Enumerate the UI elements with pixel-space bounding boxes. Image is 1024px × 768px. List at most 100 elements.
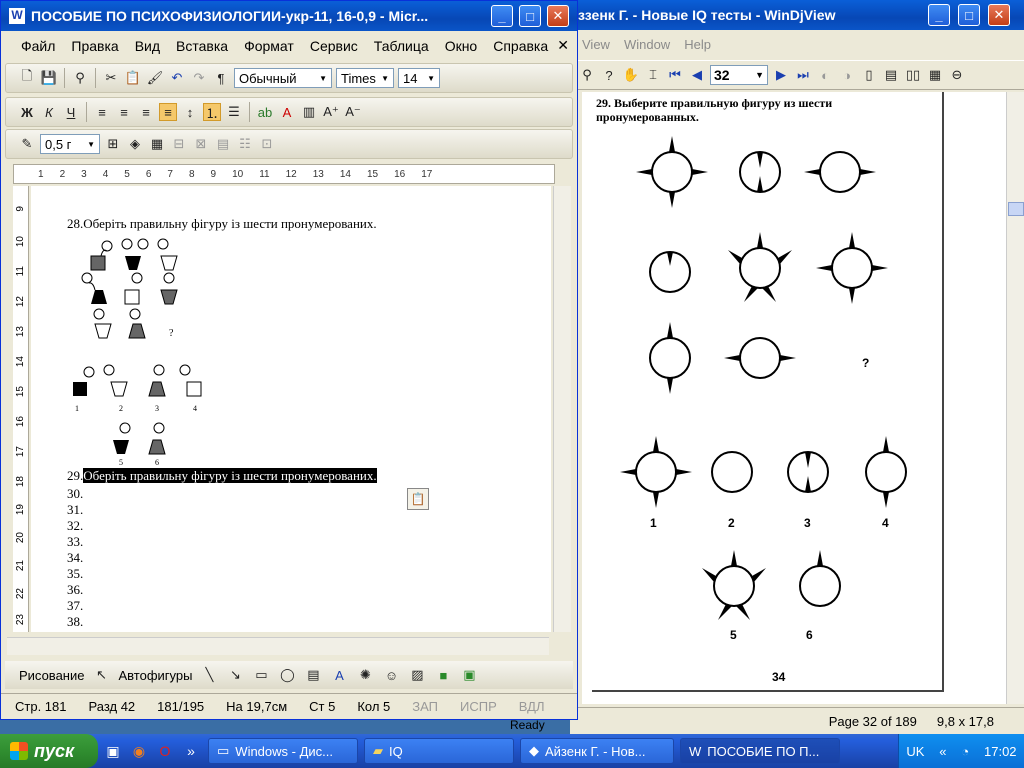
save-icon[interactable]: 💾 <box>40 69 58 87</box>
cut-icon[interactable]: ✂ <box>102 69 120 87</box>
binoculars-icon[interactable]: ⚲ <box>578 66 596 84</box>
underline-icon[interactable]: Ч <box>62 103 80 121</box>
align-right-icon[interactable]: ≡ <box>137 103 155 121</box>
wordart-icon[interactable]: A <box>330 666 348 684</box>
djvu-close-button[interactable]: ✕ <box>988 4 1010 26</box>
align-cells-icon[interactable]: ▤ <box>214 135 232 153</box>
question-29-line[interactable]: 29.Оберіть правильну фігуру із шести про… <box>67 468 377 484</box>
menu-edit[interactable]: Правка <box>71 38 118 54</box>
redo-icon[interactable]: ↷ <box>190 69 208 87</box>
facing-icon[interactable]: ▯▯ <box>904 66 922 84</box>
grow-font-icon[interactable]: A⁺ <box>322 103 340 121</box>
borders-icon[interactable]: ⊞ <box>104 135 122 153</box>
djvu-page-viewport[interactable]: 29. Выберите правильную фигуру из шести … <box>582 92 1010 704</box>
volume-icon[interactable]: ◔ <box>961 744 969 759</box>
word-vertical-scrollbar[interactable] <box>553 186 571 632</box>
word-maximize-button[interactable]: □ <box>519 5 541 27</box>
menu-window[interactable]: Окно <box>445 38 478 54</box>
distribute-rows-icon[interactable]: ☷ <box>236 135 254 153</box>
format-painter-icon[interactable]: 🖌 <box>146 69 164 87</box>
menu-view[interactable]: Вид <box>135 38 160 54</box>
menu-help[interactable]: Help <box>684 37 711 52</box>
hand-tool-icon[interactable]: ✋ <box>622 66 640 84</box>
help-icon[interactable]: ? <box>600 66 618 84</box>
tray-expand-icon[interactable]: « <box>939 744 946 759</box>
word-horizontal-scrollbar[interactable] <box>7 637 549 655</box>
menu-insert[interactable]: Вставка <box>176 38 228 54</box>
menu-help[interactable]: Справка <box>493 38 548 54</box>
word-close-button[interactable]: ✕ <box>547 5 569 27</box>
facing-continuous-icon[interactable]: ▦ <box>926 66 944 84</box>
vertical-ruler[interactable]: 9 10 11 12 13 14 15 16 17 18 19 20 21 22… <box>13 186 29 632</box>
oval-icon[interactable]: ◯ <box>278 666 296 684</box>
djvu-minimize-button[interactable]: _ <box>928 4 950 26</box>
status-track[interactable]: ИСПР <box>460 699 497 714</box>
insert-table-icon[interactable]: ▦ <box>148 135 166 153</box>
menu-file[interactable]: Файл <box>21 38 55 54</box>
word-minimize-button[interactable]: _ <box>491 5 513 27</box>
document-area[interactable]: 28.Оберіть правильну фігуру із шести про… <box>31 186 551 632</box>
task-iq-folder[interactable]: ▰ IQ <box>364 738 514 764</box>
align-center-icon[interactable]: ≡ <box>115 103 133 121</box>
language-indicator[interactable]: UK <box>906 744 924 759</box>
numbering-icon[interactable]: ⒈ <box>203 103 221 121</box>
page-number-input[interactable]: 32 ▼ <box>710 65 768 85</box>
align-left-icon[interactable]: ≡ <box>93 103 111 121</box>
clipart-icon[interactable]: ☺ <box>382 666 400 684</box>
close-document-icon[interactable]: ✕ <box>557 37 569 54</box>
djvu-titlebar[interactable]: ззенк Г. - Новые IQ тесты - WinDjView <box>570 0 1024 30</box>
next-page-icon[interactable]: ▶ <box>772 66 790 84</box>
italic-icon[interactable]: К <box>40 103 58 121</box>
find-icon[interactable]: ⚲ <box>71 69 89 87</box>
task-windjview[interactable]: ◆ Айзенк Г. - Нов... <box>520 738 674 764</box>
opera-icon[interactable]: O <box>154 740 176 762</box>
task-windows-explorer[interactable]: ▭ Windows - Дис... <box>208 738 358 764</box>
paste-options-icon[interactable]: 📋 <box>407 488 429 510</box>
bold-icon[interactable]: Ж <box>18 103 36 121</box>
quicklaunch-app-icon[interactable]: ▣ <box>102 740 124 762</box>
draw-menu-button[interactable]: Рисование <box>19 668 84 683</box>
status-record[interactable]: ЗАП <box>412 699 438 714</box>
djvu-maximize-button[interactable]: □ <box>958 4 980 26</box>
select-tool-icon[interactable]: ⌶ <box>644 66 662 84</box>
new-document-icon[interactable]: 🗋 <box>18 68 36 87</box>
start-button[interactable]: пуск <box>0 734 98 768</box>
djvu-vertical-scrollbar[interactable] <box>1006 92 1024 704</box>
shrink-font-icon[interactable]: A⁻ <box>344 103 362 121</box>
textbox-icon[interactable]: ▤ <box>304 666 322 684</box>
justify-icon[interactable]: ≡ <box>159 103 177 121</box>
horizontal-ruler[interactable]: 1 2 3 4 5 6 7 8 9 10 11 12 13 14 15 16 1… <box>13 164 555 184</box>
split-cells-icon[interactable]: ⊠ <box>192 135 210 153</box>
menu-view[interactable]: View <box>582 37 610 52</box>
style-combo[interactable]: Обычный ▼ <box>234 68 332 88</box>
indent-combo[interactable]: 0,5 г ▼ <box>40 134 100 154</box>
autoshapes-button[interactable]: Автофигуры <box>118 668 192 683</box>
line-spacing-icon[interactable]: ↕ <box>181 103 199 121</box>
menu-format[interactable]: Формат <box>244 38 294 54</box>
undo-icon[interactable]: ↶ <box>168 69 186 87</box>
select-objects-icon[interactable]: ↖ <box>92 666 110 684</box>
font-color-icon[interactable]: A <box>278 103 296 121</box>
status-extend[interactable]: ВДЛ <box>519 699 545 714</box>
firefox-icon[interactable]: ◉ <box>128 740 150 762</box>
clock[interactable]: 17:02 <box>984 744 1017 759</box>
quicklaunch-more-icon[interactable]: » <box>180 740 202 762</box>
font-combo[interactable]: Times ▼ <box>336 68 394 88</box>
arrow-icon[interactable]: ↘ <box>226 666 244 684</box>
menu-window[interactable]: Window <box>624 37 670 52</box>
line-icon[interactable]: ╲ <box>200 666 218 684</box>
columns-icon[interactable]: ▥ <box>300 103 318 121</box>
pilcrow-icon[interactable]: ¶ <box>212 69 230 87</box>
fill-color-icon[interactable]: ■ <box>434 666 452 684</box>
draw-table-icon[interactable]: ✎ <box>18 135 36 153</box>
scroll-thumb[interactable] <box>1008 202 1024 216</box>
menu-tools[interactable]: Сервис <box>310 38 358 54</box>
menu-table[interactable]: Таблица <box>374 38 429 54</box>
last-page-icon[interactable]: ⏭ <box>794 66 812 84</box>
zoom-out-icon[interactable]: ⊖ <box>948 66 966 84</box>
font-size-combo[interactable]: 14 ▼ <box>398 68 440 88</box>
3d-icon[interactable]: ▣ <box>460 666 478 684</box>
task-word[interactable]: W ПОСОБИЕ ПО П... <box>680 738 840 764</box>
diagram-icon[interactable]: ✺ <box>356 666 374 684</box>
merge-cells-icon[interactable]: ⊟ <box>170 135 188 153</box>
